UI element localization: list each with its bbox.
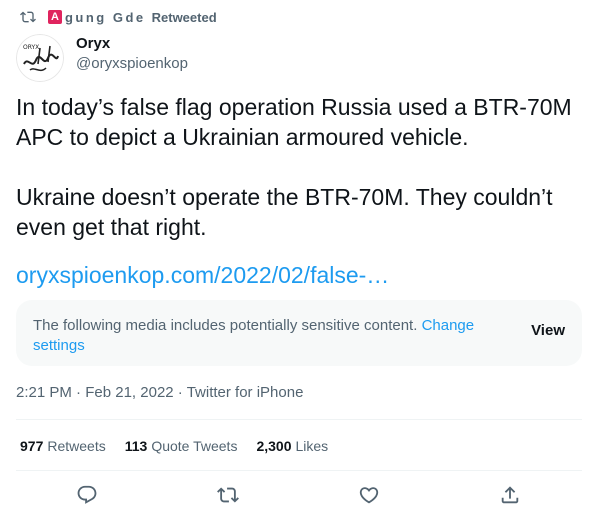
- retweets-stat[interactable]: 977 Retweets: [20, 437, 106, 455]
- share-button[interactable]: [499, 484, 521, 506]
- tweet-link[interactable]: oryxspioenkop.com/2022/02/false-…: [16, 260, 389, 290]
- retweeter-initial-badge[interactable]: A: [48, 10, 62, 24]
- retweet-icon: [20, 11, 36, 23]
- oryx-avatar: ORYX: [16, 34, 64, 82]
- meta-separator: ·: [177, 384, 183, 401]
- tweet-meta: 2:21 PM · Feb 21, 2022 · Twitter for iPh…: [16, 383, 303, 403]
- retweets-count: 977: [20, 438, 44, 454]
- tweet-stats: 977 Retweets 113 Quote Tweets 2,300 Likes: [20, 437, 347, 455]
- like-button[interactable]: [358, 484, 380, 506]
- divider: [16, 419, 582, 420]
- retweeted-label: Retweeted: [151, 9, 217, 25]
- share-icon: [501, 486, 519, 504]
- retweeter-name[interactable]: gung Gde: [65, 10, 146, 25]
- tweet-text: In today’s false flag operation Russia u…: [16, 94, 572, 240]
- avatar-text: ORYX: [23, 44, 39, 51]
- tweet-author: ORYX Oryx @oryxspioenkop: [16, 34, 188, 82]
- avatar[interactable]: ORYX: [16, 34, 64, 82]
- likes-label: Likes: [295, 438, 329, 454]
- retweet-context: A gung Gde Retweeted: [20, 8, 217, 26]
- author-handle[interactable]: @oryxspioenkop: [76, 54, 188, 74]
- reply-button[interactable]: [76, 484, 98, 506]
- likes-count: 2,300: [256, 438, 292, 454]
- quote-tweets-label: Quote Tweets: [151, 438, 238, 454]
- quote-tweets-stat[interactable]: 113 Quote Tweets: [125, 437, 238, 455]
- tweet-source[interactable]: Twitter for iPhone: [187, 384, 304, 401]
- sensitive-message: The following media includes potentially…: [33, 316, 503, 356]
- view-media-button[interactable]: View: [531, 322, 565, 339]
- meta-separator: ·: [76, 384, 82, 401]
- like-icon: [359, 487, 379, 504]
- retweets-label: Retweets: [47, 438, 106, 454]
- retweet-button[interactable]: [217, 484, 239, 506]
- sensitive-message-text: The following media includes potentially…: [33, 317, 418, 334]
- tweet-date[interactable]: Feb 21, 2022: [85, 384, 173, 401]
- retweet-icon: [217, 487, 239, 503]
- tweet-time[interactable]: 2:21 PM: [16, 384, 72, 401]
- divider: [16, 470, 582, 471]
- likes-stat[interactable]: 2,300 Likes: [256, 437, 328, 455]
- tweet-actions: [0, 484, 598, 508]
- reply-icon: [77, 485, 97, 504]
- sensitive-media-warning: The following media includes potentially…: [16, 300, 582, 366]
- author-name[interactable]: Oryx: [76, 34, 188, 54]
- quote-tweets-count: 113: [124, 438, 148, 454]
